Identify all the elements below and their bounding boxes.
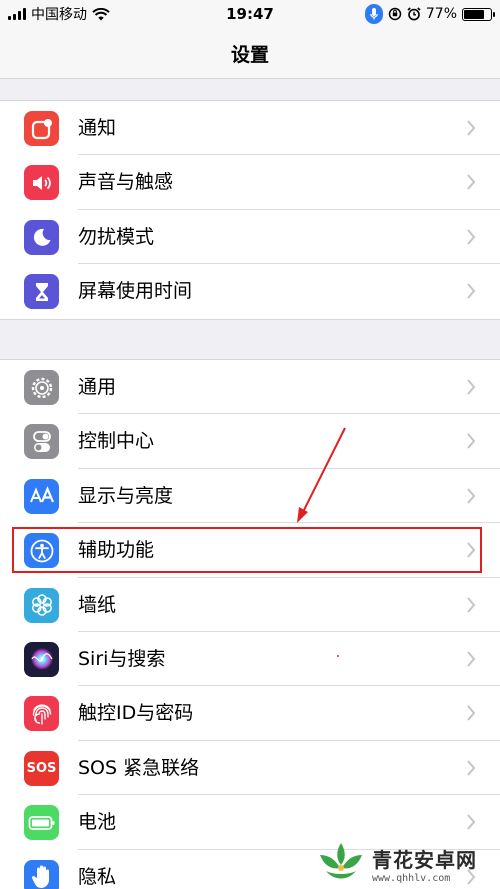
chevron-right-icon [467,651,476,667]
toggles-icon [24,424,59,460]
alarm-icon [407,7,421,21]
settings-item-general[interactable]: 通用 [0,360,500,415]
settings-item-do-not-disturb[interactable]: 勿扰模式 [0,210,500,265]
settings-item-display-brightness[interactable]: 显示与亮度 [0,469,500,524]
settings-item-screen-time[interactable]: 屏幕使用时间 [0,264,500,318]
settings-item-control-center[interactable]: 控制中心 [0,414,500,469]
chevron-right-icon [467,379,476,395]
settings-item-label: 触控ID与密码 [78,702,194,725]
settings-item-label: 辅助功能 [78,539,155,562]
settings-item-label: Siri与搜索 [78,647,166,670]
settings-item-touch-id-passcode[interactable]: 触控ID与密码 [0,686,500,741]
chevron-right-icon [467,120,476,136]
chevron-right-icon [467,705,476,721]
chevron-right-icon [467,596,476,613]
settings-item-label: 勿扰模式 [78,225,155,248]
flower-icon [24,587,59,623]
chevron-right-icon [467,174,476,191]
watermark-logo-icon [320,842,362,878]
settings-item-accessibility[interactable]: 辅助功能 [0,523,500,578]
settings-item-label: 隐私 [78,865,117,888]
settings-item-label: 控制中心 [78,430,155,453]
watermark-text: 青花安卓网 www.qhhlv.com [372,844,477,884]
text-size-icon [24,478,59,514]
watermark: 青花安卓网 www.qhhlv.com [316,838,500,889]
settings-item-siri-search[interactable]: Siri与搜索 [0,632,500,687]
status-right: 77% [364,4,495,24]
chevron-right-icon [467,283,476,299]
settings-item-sounds[interactable]: 声音与触感 [0,155,500,210]
settings-item-notifications[interactable]: 通知 [0,101,500,156]
settings-item-label: 显示与亮度 [78,484,174,507]
page-title: 设置 [230,43,269,66]
settings-item-label: 声音与触感 [78,171,174,194]
settings-item-label: 电池 [78,811,117,834]
cellular-signal-icon [8,8,26,20]
chevron-right-icon [467,488,476,504]
navigation-bar: 设置 [0,28,500,79]
hourglass-icon [24,274,59,310]
microphone-icon [364,4,383,24]
chevron-right-icon [467,760,476,776]
settings-item-label: 通用 [78,376,117,398]
gear-icon [24,370,59,405]
settings-item-label: 墙纸 [78,593,117,616]
settings-group-1: 通知 声音与触感 勿扰模式 屏幕使用时间 [0,100,500,320]
sos-icon: SOS [24,750,59,786]
siri-icon [24,641,59,677]
accessibility-icon [24,533,59,569]
fingerprint-icon [24,696,59,732]
sos-icon-text: SOS [26,760,57,776]
chevron-right-icon [467,542,476,558]
notification-icon [24,111,59,146]
settings-item-emergency-sos[interactable]: SOS SOS 紧急联络 [0,741,500,796]
settings-group-2: 通用 控制中心 显示与亮度 辅助功能 墙纸 Siri与搜索 触控ID与密码 SO… [0,359,500,889]
status-left: 中国移动 [8,4,110,24]
watermark-name: 青花安卓网 [372,847,477,872]
orientation-lock-icon [388,7,402,21]
watermark-url: www.qhhlv.com [372,872,451,884]
chevron-right-icon [467,433,476,450]
settings-item-wallpaper[interactable]: 墙纸 [0,578,500,632]
settings-item-label: SOS 紧急联络 [78,756,200,779]
chevron-right-icon [467,229,476,245]
carrier-name: 中国移动 [31,7,87,23]
settings-item-label: 屏幕使用时间 [78,280,193,303]
hand-icon [24,859,59,889]
settings-item-label: 通知 [78,117,117,139]
status-bar: 中国移动 19:47 77% [0,0,500,28]
annotation-dot [337,655,339,657]
chevron-right-icon [467,814,476,830]
moon-icon [24,219,59,255]
battery-percent: 77% [425,6,457,22]
battery-icon [24,805,59,841]
wifi-icon [92,7,110,20]
speaker-icon [24,165,59,201]
battery-icon [462,7,495,21]
battery-fill [464,9,485,19]
